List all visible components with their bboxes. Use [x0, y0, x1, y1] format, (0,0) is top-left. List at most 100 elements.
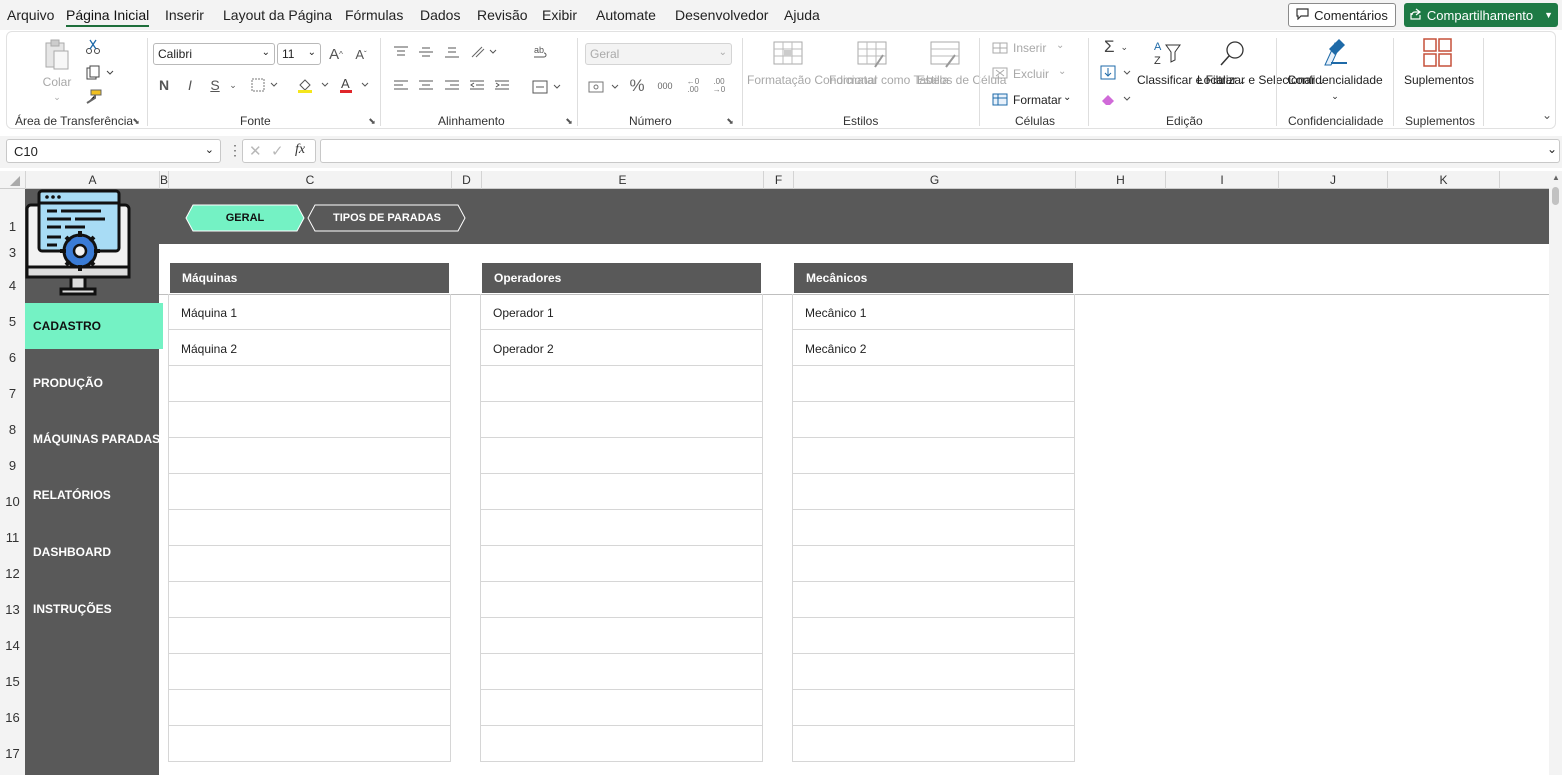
table-row[interactable] [169, 654, 450, 690]
menu-revisao[interactable]: Revisão [477, 7, 528, 23]
align-top-icon[interactable] [393, 44, 409, 60]
table-row[interactable] [169, 690, 450, 726]
table-row[interactable] [793, 618, 1074, 654]
table-row[interactable] [793, 438, 1074, 474]
paste-label[interactable]: Colar [37, 74, 77, 90]
find-select-label[interactable]: Localizar e Selecionar ⌄ [1197, 72, 1325, 89]
font-name-dropdown[interactable]: Calibri ⌄ [153, 43, 275, 65]
column-header[interactable]: A [25, 171, 159, 189]
cell-styles-icon[interactable] [929, 40, 961, 70]
row-header[interactable]: 6 [0, 350, 25, 365]
table-row[interactable] [481, 726, 762, 762]
table-row[interactable] [793, 474, 1074, 510]
column-header[interactable]: F [763, 171, 793, 189]
format-painter-icon[interactable] [83, 88, 103, 106]
column-header[interactable]: H [1075, 171, 1165, 189]
row-header[interactable]: 12 [0, 566, 25, 581]
align-center-icon[interactable] [418, 78, 434, 94]
row-header[interactable]: 15 [0, 674, 25, 689]
column-header[interactable] [1499, 171, 1549, 189]
dialog-launcher-icon[interactable]: ⬊ [725, 116, 735, 126]
row-header[interactable]: 4 [0, 278, 25, 293]
row-header[interactable]: 17 [0, 746, 25, 761]
table-row[interactable]: Máquina 2 [169, 330, 450, 366]
table-row[interactable] [793, 726, 1074, 762]
tab-tipos-de-paradas[interactable]: TIPOS DE PARADAS [307, 204, 467, 232]
sensitivity-button[interactable]: Confidencialidade [1285, 72, 1385, 88]
fill-color-icon[interactable] [295, 76, 333, 94]
font-color-icon[interactable]: A [337, 76, 373, 94]
table-row[interactable] [481, 402, 762, 438]
menu-arquivo[interactable]: Arquivo [7, 7, 54, 23]
row-header[interactable]: 11 [0, 530, 25, 545]
copy-icon[interactable] [83, 64, 117, 82]
column-header[interactable]: E [481, 171, 763, 189]
sensitivity-icon[interactable] [1321, 37, 1351, 69]
row-header[interactable]: 8 [0, 422, 25, 437]
menu-pagina-inicial[interactable]: Página Inicial [66, 7, 150, 27]
addins-button[interactable]: Suplementos [1401, 72, 1477, 88]
insert-cells-label[interactable]: Inserir [1013, 40, 1046, 56]
table-row[interactable] [169, 402, 450, 438]
autosum-icon[interactable]: Σ ⌄ [1099, 37, 1133, 56]
menu-desenvolvedor[interactable]: Desenvolvedor [675, 7, 768, 23]
bold-button[interactable]: N [157, 76, 171, 94]
number-format-dropdown[interactable]: Geral ⌄ [585, 43, 732, 65]
sort-filter-label[interactable]: Classificar e Filtrar ⌄ [1137, 72, 1246, 89]
align-middle-icon[interactable] [418, 44, 434, 60]
table-row[interactable] [481, 546, 762, 582]
formula-input[interactable]: ⌄ [320, 139, 1560, 163]
column-header[interactable]: J [1278, 171, 1387, 189]
tab-geral[interactable]: GERAL [185, 204, 305, 232]
table-row[interactable] [169, 546, 450, 582]
scrollbar-thumb[interactable] [1552, 187, 1559, 205]
increase-decimal-icon[interactable]: ←0.00 [683, 76, 703, 96]
table-row[interactable] [793, 546, 1074, 582]
column-header[interactable]: B [159, 171, 168, 189]
row-header[interactable]: 3 [0, 245, 25, 260]
decrease-indent-icon[interactable] [469, 78, 485, 94]
conditional-format-label[interactable]: Formatação Condicional [747, 72, 877, 88]
name-box[interactable]: C10 ⌄ [6, 139, 221, 163]
table-row[interactable] [481, 366, 762, 402]
menu-inserir[interactable]: Inserir [165, 7, 204, 23]
dialog-launcher-icon[interactable]: ⬊ [564, 116, 574, 126]
menu-formulas[interactable]: Fórmulas [345, 7, 403, 23]
more-options-icon[interactable]: ⋮ [228, 142, 242, 159]
align-right-icon[interactable] [444, 78, 460, 94]
row-header[interactable]: 13 [0, 602, 25, 617]
dialog-launcher-icon[interactable]: ⬊ [131, 116, 141, 126]
nav-item-producao[interactable]: PRODUÇÃO [25, 360, 163, 406]
column-header[interactable]: D [451, 171, 481, 189]
table-row[interactable] [169, 366, 450, 402]
wrap-text-icon[interactable]: ab [531, 44, 551, 62]
paste-icon[interactable] [41, 38, 73, 72]
table-row[interactable] [481, 582, 762, 618]
table-row[interactable] [169, 582, 450, 618]
orientation-icon[interactable] [469, 44, 499, 60]
insert-cells-icon[interactable] [991, 40, 1009, 56]
column-header[interactable]: C [168, 171, 451, 189]
dialog-launcher-icon[interactable]: ⬊ [367, 116, 377, 126]
row-header[interactable]: 1 [0, 219, 25, 234]
column-header[interactable]: G [793, 171, 1075, 189]
table-row[interactable]: Mecânico 2 [793, 330, 1074, 366]
delete-cells-label[interactable]: Excluir [1013, 66, 1049, 82]
table-row[interactable] [793, 582, 1074, 618]
format-cells-label[interactable]: Formatar [1013, 92, 1062, 108]
format-table-label[interactable]: Formatar como Tabela [829, 72, 949, 88]
vertical-scrollbar[interactable]: ▲ [1549, 171, 1562, 775]
addins-icon[interactable] [1422, 37, 1454, 69]
align-left-icon[interactable] [393, 78, 409, 94]
table-row[interactable] [481, 618, 762, 654]
cut-icon[interactable] [83, 38, 103, 56]
table-row[interactable] [793, 690, 1074, 726]
expand-icon[interactable]: ⌄ [1547, 142, 1557, 156]
select-all-icon[interactable] [10, 176, 20, 186]
align-bottom-icon[interactable] [444, 44, 460, 60]
nav-item-maquinas-paradas[interactable]: MÁQUINAS PARADAS [25, 416, 163, 462]
row-header[interactable]: 7 [0, 386, 25, 401]
delete-cells-icon[interactable] [991, 65, 1009, 81]
table-row[interactable] [169, 726, 450, 762]
borders-icon[interactable] [250, 76, 280, 94]
